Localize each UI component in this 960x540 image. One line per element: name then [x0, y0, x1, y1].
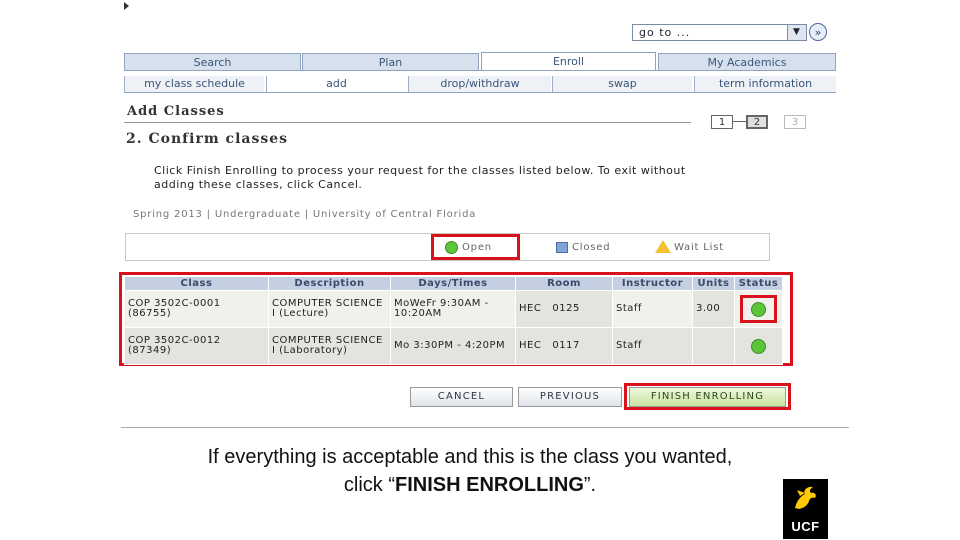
cell-description: COMPUTER SCIENCE I (Laboratory) — [268, 327, 391, 365]
subtab-divider — [124, 92, 836, 93]
cell-class: COP 3502C-0001 (86755) — [124, 290, 269, 328]
step-1: 1 — [711, 115, 733, 129]
previous-button[interactable]: PREVIOUS — [518, 387, 622, 407]
caption-bold: FINISH ENROLLING — [395, 474, 584, 496]
caption-line-1: If everything is acceptable and this is … — [207, 446, 733, 468]
legend-open-label: Open — [462, 242, 492, 253]
cell-room: HEC 0117 — [515, 327, 613, 365]
cell-units: 3.00 — [692, 290, 735, 328]
goto-value: go to ... — [639, 26, 691, 39]
chevron-down-icon: ▼ — [787, 25, 806, 40]
step-title: 2. Confirm classes — [126, 131, 289, 147]
step-3: 3 — [784, 115, 806, 129]
caption-line-2: click “FINISH ENROLLING”. — [120, 471, 820, 499]
col-instructor: Instructor — [612, 276, 693, 291]
legend-closed-label: Closed — [572, 242, 611, 253]
cell-description: COMPUTER SCIENCE I (Lecture) — [268, 290, 391, 328]
tab-divider — [124, 70, 836, 71]
col-days-times: Days/Times — [390, 276, 516, 291]
cell-room: HEC 0125 — [515, 290, 613, 328]
step-connector — [733, 121, 746, 122]
term-info: Spring 2013 | Undergraduate | University… — [133, 209, 477, 220]
col-units: Units — [692, 276, 735, 291]
go-button[interactable]: » — [809, 23, 827, 41]
caption-post: ”. — [583, 474, 597, 496]
subtab-drop-withdraw[interactable]: drop/withdraw — [408, 76, 551, 92]
tab-enroll[interactable]: Enroll — [481, 52, 656, 71]
open-status-icon — [751, 302, 766, 317]
slide-caption: If everything is acceptable and this is … — [120, 443, 820, 499]
title-rule — [124, 122, 691, 123]
col-description: Description — [268, 276, 391, 291]
tab-plan[interactable]: Plan — [302, 53, 479, 70]
cell-instructor: Staff — [612, 290, 693, 328]
tab-search[interactable]: Search — [124, 53, 301, 70]
logo-text: UCF — [791, 519, 820, 534]
subtab-swap[interactable]: swap — [552, 76, 692, 92]
instructions: Click Finish Enrolling to process your r… — [154, 164, 686, 191]
closed-status-icon — [556, 242, 568, 253]
step-2-current: 2 — [746, 115, 768, 129]
goto-dropdown[interactable]: go to ... ▼ — [632, 24, 807, 41]
subtab-term-information[interactable]: term information — [694, 76, 836, 92]
cell-instructor: Staff — [612, 327, 693, 365]
caption-pre: click “ — [343, 474, 395, 496]
col-room: Room — [515, 276, 613, 291]
page-title: Add Classes — [127, 104, 225, 119]
open-status-icon — [445, 241, 458, 254]
wait-list-icon — [655, 240, 671, 253]
col-class: Class — [124, 276, 269, 291]
cell-class: COP 3502C-0012 (87349) — [124, 327, 269, 365]
table-row: COP 3502C-0012 (87349) COMPUTER SCIENCE … — [124, 327, 783, 365]
open-status-icon — [751, 339, 766, 354]
finish-enrolling-button[interactable]: FINISH ENROLLING — [629, 387, 786, 407]
col-status: Status — [734, 276, 783, 291]
divider — [121, 427, 849, 428]
cancel-button[interactable]: CANCEL — [410, 387, 513, 407]
ucf-logo: UCF — [783, 479, 828, 539]
cell-days-times: MoWeFr 9:30AM - 10:20AM — [390, 290, 516, 328]
tab-my-academics[interactable]: My Academics — [658, 53, 836, 70]
bullet-icon — [124, 2, 129, 10]
subtab-add[interactable]: add — [266, 76, 406, 92]
classes-table: Class Description Days/Times Room Instru… — [124, 276, 783, 365]
cell-units — [692, 327, 735, 365]
legend-wait-label: Wait List — [674, 242, 724, 253]
subtab-my-class-schedule[interactable]: my class schedule — [124, 76, 264, 92]
cell-days-times: Mo 3:30PM - 4:20PM — [390, 327, 516, 365]
table-header-row: Class Description Days/Times Room Instru… — [124, 276, 783, 291]
pegasus-icon — [795, 486, 816, 509]
table-row: COP 3502C-0001 (86755) COMPUTER SCIENCE … — [124, 290, 783, 328]
